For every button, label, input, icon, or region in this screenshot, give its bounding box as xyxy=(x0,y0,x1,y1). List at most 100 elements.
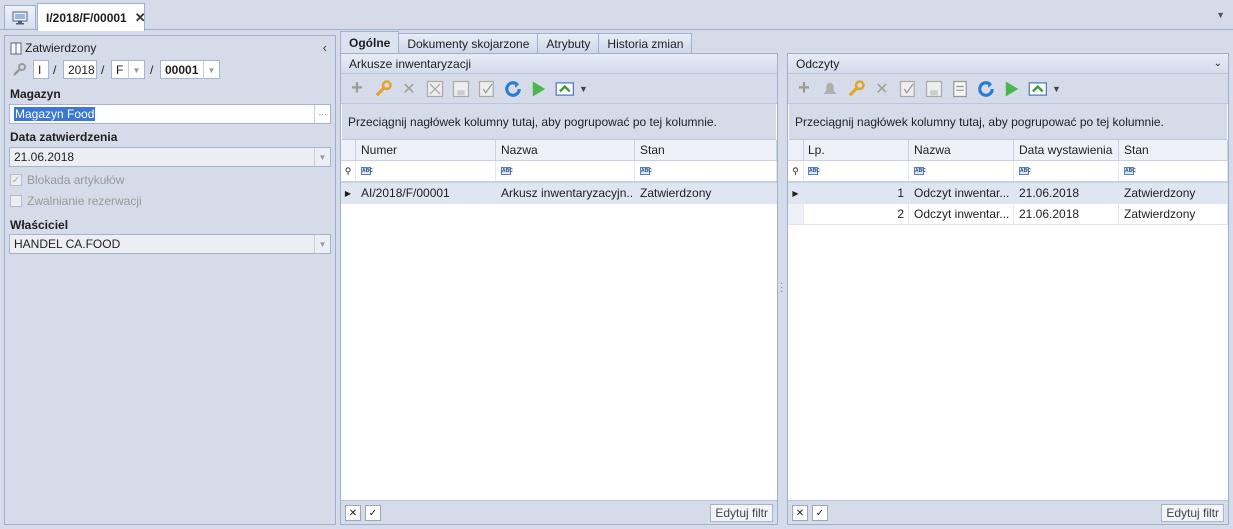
export-dropdown-icon[interactable]: ▼ xyxy=(1052,84,1061,94)
warehouse-value: Magazyn Food xyxy=(14,107,96,121)
wrench-icon[interactable] xyxy=(11,62,27,78)
approval-date-label: Data zatwierdzenia xyxy=(10,130,118,144)
cell-lp: 2 xyxy=(804,204,909,224)
filter-nazwa[interactable]: ABC xyxy=(909,161,1014,181)
tab-ogolne[interactable]: Ogólne xyxy=(340,31,400,53)
save-icon[interactable] xyxy=(451,79,471,99)
export-icon[interactable] xyxy=(1028,79,1050,99)
column-header-lp[interactable]: Lp. xyxy=(804,140,909,160)
edit-filter-button[interactable]: Edytuj filtr xyxy=(710,504,773,522)
sheets-toolbar: + ✕ ▼ xyxy=(341,74,777,104)
readings-toolbar: + ✕ ▼ xyxy=(788,74,1228,104)
approve-icon[interactable] xyxy=(477,79,497,99)
empty-checkbox-icon xyxy=(10,195,22,207)
clear-filter-icon[interactable]: ✕ xyxy=(345,505,361,521)
readings-pane-title: Odczyty xyxy=(796,56,840,71)
add-icon[interactable]: + xyxy=(794,77,814,99)
document-tab[interactable]: I/2018/F/00001 ✕ xyxy=(37,3,146,31)
table-row[interactable]: ▶ 1 Odczyt inwentar... 21.06.2018 Zatwie… xyxy=(788,183,1228,204)
edit-filter-button[interactable]: Edytuj filtr xyxy=(1161,504,1224,522)
filter-enabled-checkbox[interactable]: ✓ xyxy=(812,505,828,521)
row-indicator-header xyxy=(341,140,356,160)
filter-pin-icon: ⚲ xyxy=(341,161,356,181)
cell-data: 21.06.2018 xyxy=(1014,204,1119,224)
number-prefix-field: I xyxy=(33,60,49,79)
close-tab-icon[interactable]: ✕ xyxy=(135,10,146,26)
status-row: Zatwierdzony xyxy=(10,41,96,55)
sheets-pane: Arkusze inwentaryzacji + ✕ ▼ Przeciągnij… xyxy=(340,53,778,525)
tab-atrybuty[interactable]: Atrybuty xyxy=(537,33,600,53)
number-separator: / xyxy=(150,63,154,77)
row-indicator xyxy=(788,204,804,224)
group-by-hint: Przeciągnij nagłówek kolumny tutaj, aby … xyxy=(342,104,776,140)
chevron-down-icon[interactable]: ▼ xyxy=(203,61,219,79)
refresh-icon[interactable] xyxy=(976,79,996,99)
column-header-nazwa[interactable]: Nazwa xyxy=(496,140,635,160)
chevron-down-icon: ▼ xyxy=(314,235,330,253)
chevron-down-icon[interactable]: ▼ xyxy=(128,61,144,79)
number-sequence-field[interactable]: 00001 ▼ xyxy=(160,60,220,79)
run-icon[interactable] xyxy=(529,79,549,99)
release-reservations-label: Zwalnianie rezerwacji xyxy=(27,194,142,208)
readings-grid-header: Lp. Nazwa Data wystawienia Stan xyxy=(788,140,1228,161)
cancel-document-icon[interactable] xyxy=(425,79,445,99)
checkmark-icon: ✓ xyxy=(10,174,22,186)
sheets-pane-title: Arkusze inwentaryzacji xyxy=(341,54,777,74)
table-row[interactable]: ▶ AI/2018/F/00001 Arkusz inwentaryzacyjn… xyxy=(341,183,777,204)
tab-historia-zmian[interactable]: Historia zmian xyxy=(598,33,693,53)
start-tab[interactable] xyxy=(4,5,36,29)
add-icon[interactable]: + xyxy=(347,77,367,99)
tab-dokumenty-skojarzone[interactable]: Dokumenty skojarzone xyxy=(398,33,539,53)
filter-data[interactable]: ABC xyxy=(1014,161,1119,181)
readings-footer: ✕ ✓ Edytuj filtr xyxy=(788,500,1228,524)
run-icon[interactable] xyxy=(1002,79,1022,99)
cell-numer: AI/2018/F/00001 xyxy=(356,183,496,203)
column-header-stan[interactable]: Stan xyxy=(635,140,777,160)
group-by-hint: Przeciągnij nagłówek kolumny tutaj, aby … xyxy=(789,104,1227,140)
ellipsis-button[interactable]: ··· xyxy=(314,105,330,123)
chevron-down-icon[interactable]: ⌄ xyxy=(1214,58,1222,69)
clear-filter-icon[interactable]: ✕ xyxy=(792,505,808,521)
save-icon[interactable] xyxy=(924,79,944,99)
filter-lp[interactable]: ABC xyxy=(804,161,909,181)
tab-list-dropdown-icon[interactable]: ▼ xyxy=(1216,10,1225,20)
pane-splitter[interactable]: · · · xyxy=(780,279,783,297)
number-separator: / xyxy=(101,63,105,77)
approval-date-value: 21.06.2018 xyxy=(14,150,75,164)
row-indicator-header xyxy=(788,140,804,160)
wrench-icon[interactable] xyxy=(846,79,866,99)
bell-icon[interactable] xyxy=(820,79,840,99)
filter-numer[interactable]: ABC xyxy=(356,161,496,181)
delete-icon[interactable]: ✕ xyxy=(872,79,892,99)
owner-label: Właściciel xyxy=(10,218,69,232)
wrench-icon[interactable] xyxy=(373,79,393,99)
column-header-numer[interactable]: Numer xyxy=(356,140,496,160)
collapse-panel-icon[interactable]: ‹ xyxy=(323,40,327,55)
column-header-data-wystawienia[interactable]: Data wystawienia xyxy=(1014,140,1119,160)
number-series-field[interactable]: F ▼ xyxy=(111,60,145,79)
app-window: I/2018/F/00001 ✕ ▼ Zatwierdzony ‹ I / 20… xyxy=(0,0,1233,529)
document-header-panel: Zatwierdzony ‹ I / 2018 / F ▼ / 00001 ▼ … xyxy=(4,35,336,525)
approve-icon[interactable] xyxy=(898,79,918,99)
filter-stan[interactable]: ABC xyxy=(635,161,777,181)
export-dropdown-icon[interactable]: ▼ xyxy=(579,84,588,94)
export-icon[interactable] xyxy=(555,79,577,99)
readings-filter-row: ⚲ ABC ABC ABC ABC xyxy=(788,161,1228,183)
filter-enabled-checkbox[interactable]: ✓ xyxy=(365,505,381,521)
cell-nazwa: Arkusz inwentaryzacyjn... xyxy=(496,183,635,203)
book-icon xyxy=(10,42,22,54)
column-header-nazwa[interactable]: Nazwa xyxy=(909,140,1014,160)
warehouse-label: Magazyn xyxy=(10,87,61,101)
document-icon[interactable] xyxy=(950,79,970,99)
text-filter-icon: ABC xyxy=(1124,167,1136,175)
delete-icon[interactable]: ✕ xyxy=(399,79,419,99)
text-filter-icon: ABC xyxy=(808,167,820,175)
refresh-icon[interactable] xyxy=(503,79,523,99)
filter-stan[interactable]: ABC xyxy=(1119,161,1228,181)
table-row[interactable]: 2 Odczyt inwentar... 21.06.2018 Zatwierd… xyxy=(788,204,1228,225)
filter-nazwa[interactable]: ABC xyxy=(496,161,635,181)
monitor-icon xyxy=(12,11,28,24)
document-status: Zatwierdzony xyxy=(25,41,97,55)
warehouse-field[interactable]: Magazyn Food ··· xyxy=(9,104,331,124)
column-header-stan[interactable]: Stan xyxy=(1119,140,1228,160)
